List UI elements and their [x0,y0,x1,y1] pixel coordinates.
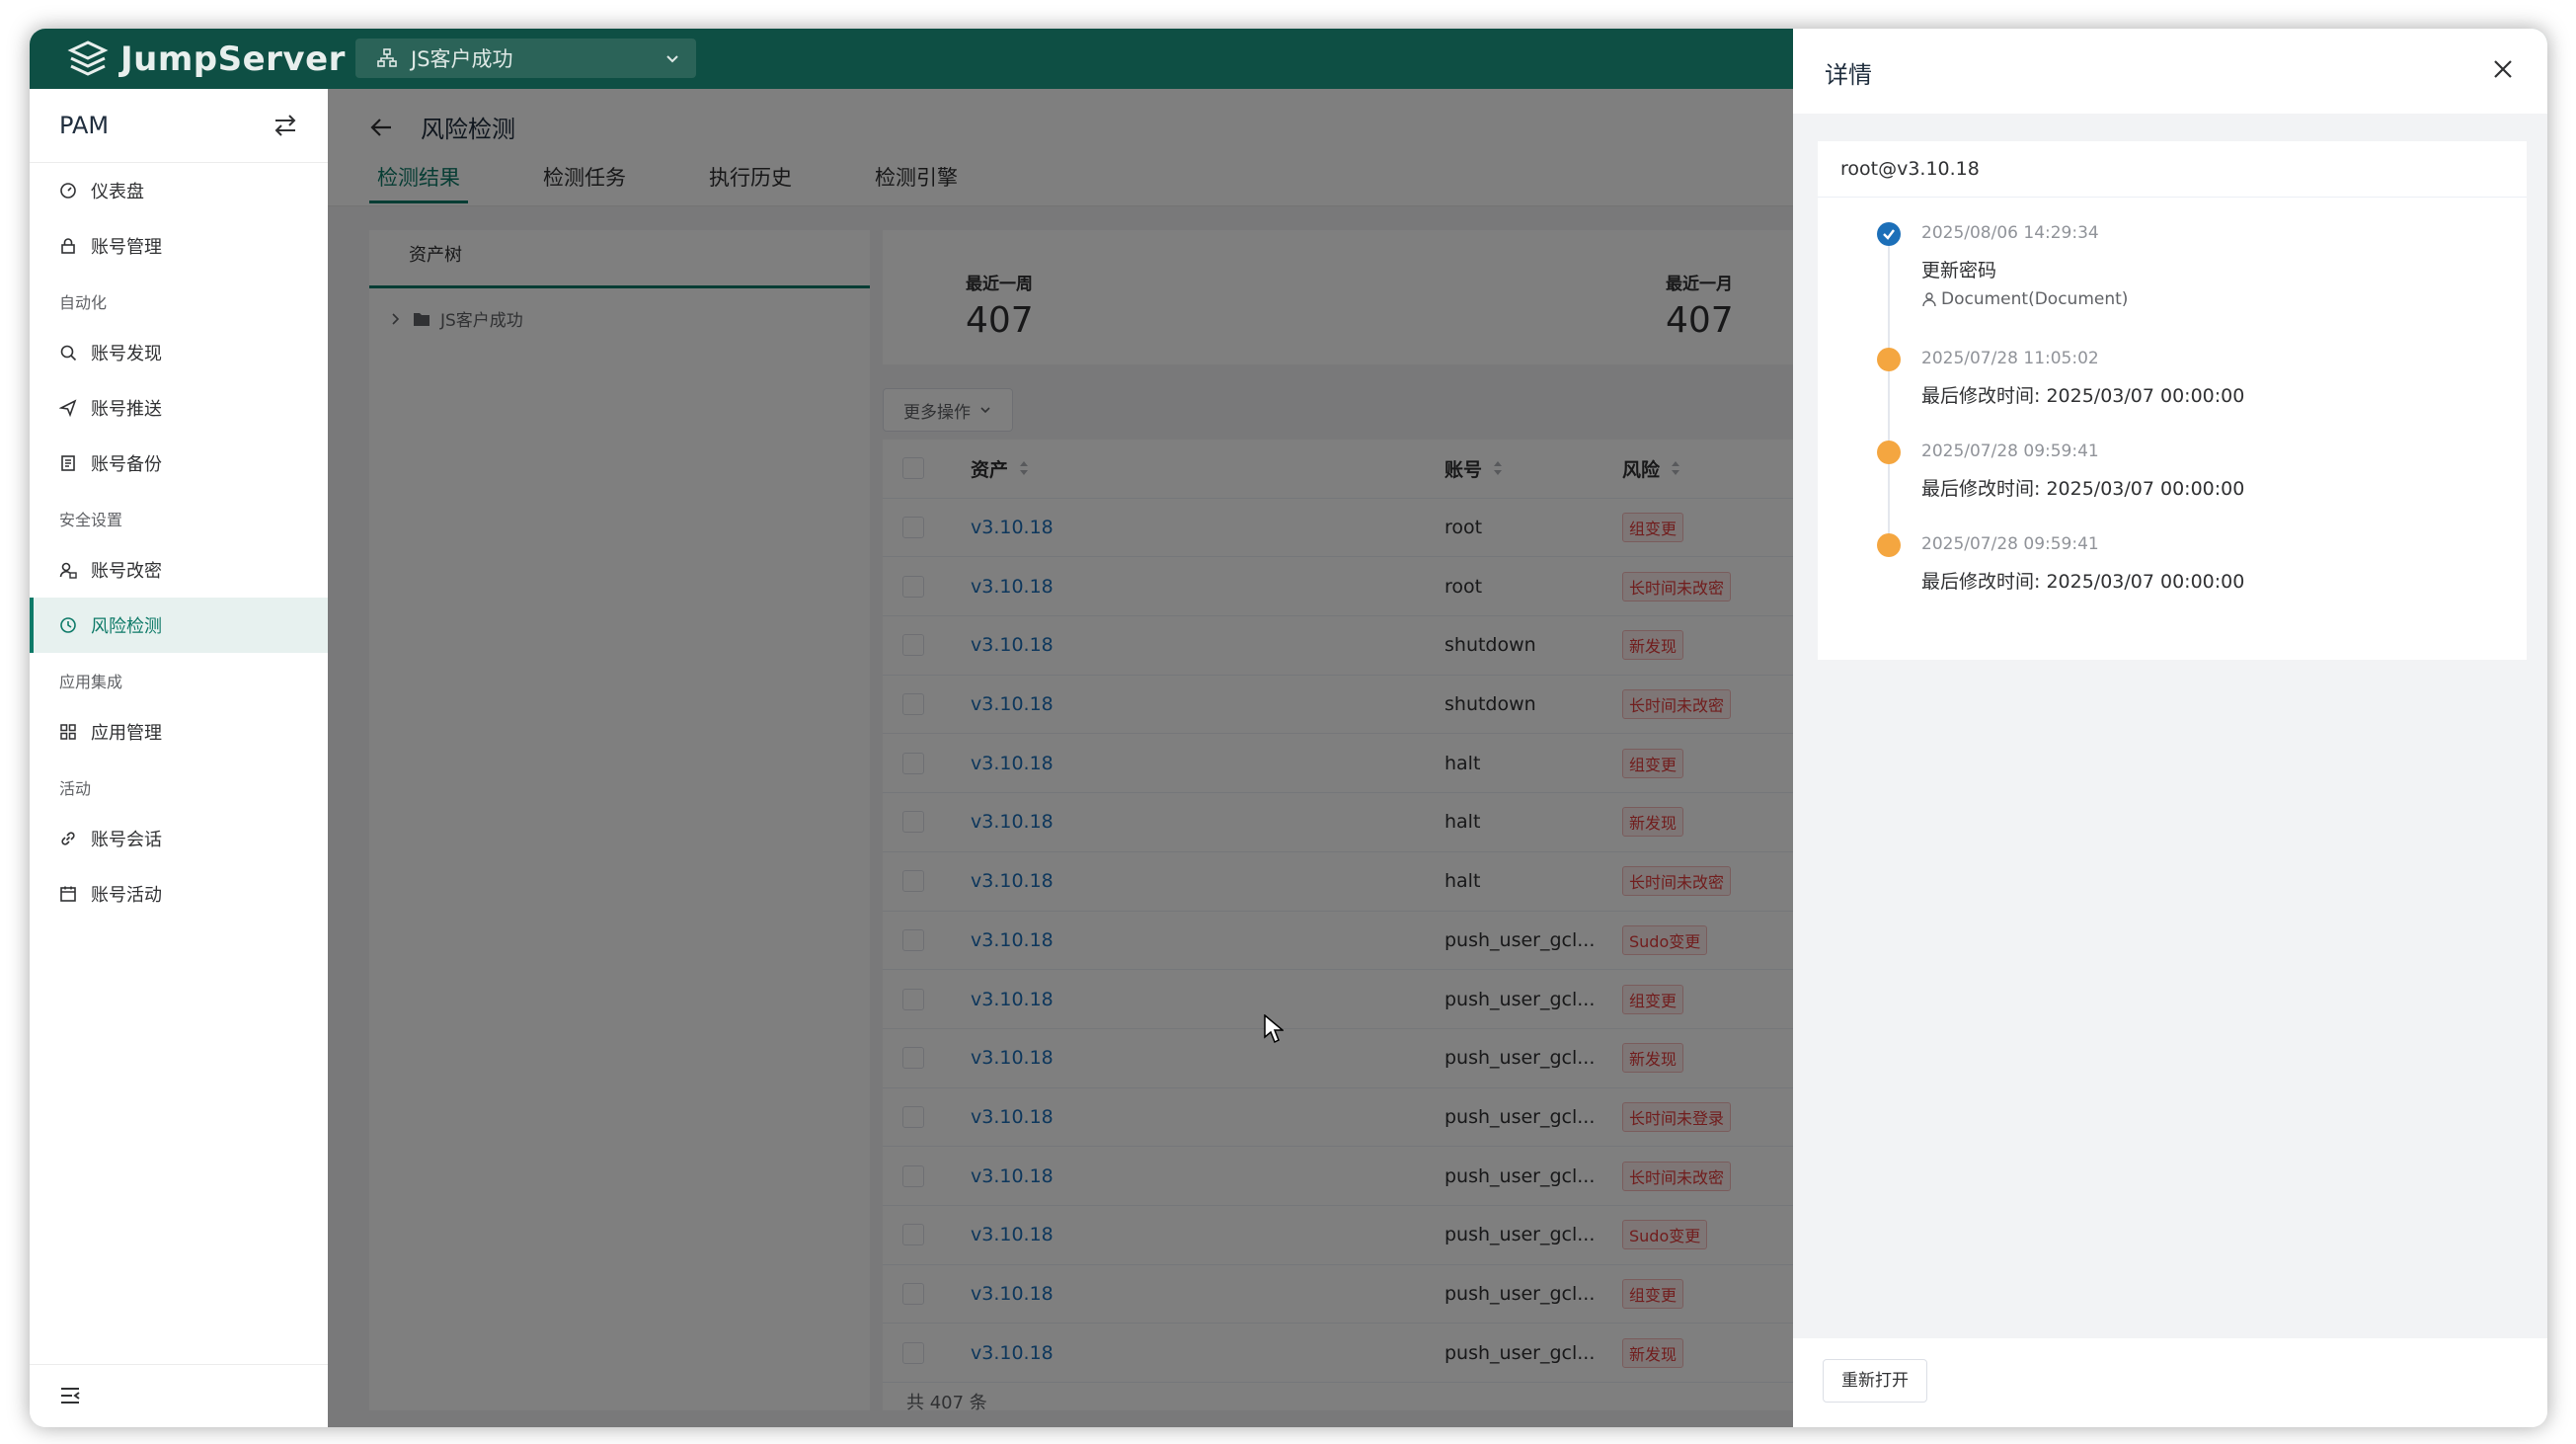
sidebar-item-label: 账号备份 [91,454,162,475]
sidebar-item-label: 仪表盘 [91,182,144,202]
sidebar-item[interactable]: 应用管理 [30,704,328,760]
timeline-text: 最后修改时间: 2025/03/07 00:00:00 [1921,478,2245,500]
sidebar-item[interactable]: 风险检测 [30,598,328,653]
backup-icon [61,455,75,471]
org-select-value: JS客户成功 [411,47,513,71]
collapse-menu-icon[interactable] [59,1385,81,1406]
sidebar-group-label: 应用集成 [59,673,123,691]
drawer-footer: 重新打开 [1793,1338,2547,1427]
sidebar-item[interactable]: 账号活动 [30,866,328,922]
timeline-sub: Document(Document) [1921,289,2128,309]
search-icon [60,345,77,361]
sidebar-item[interactable]: 账号发现 [30,325,328,380]
sidebar: PAM 仪表盘账号管理自动化账号发现账号推送账号备份安全设置账号改密风险检测应用… [30,89,329,1427]
switch-view-icon[interactable] [273,113,298,138]
dashboard-icon [60,183,76,199]
timeline-dot [1877,222,1901,246]
app-window: JumpServer JS客户成功 PAM 仪表盘账号管理自动化账号发现账号推送… [30,29,2547,1427]
timeline-dot [1877,533,1901,557]
org-tree-icon [377,48,397,67]
timeline-line [1888,234,1890,550]
close-icon[interactable] [2490,56,2516,82]
sidebar-item-label: 账号管理 [91,237,162,258]
sidebar-footer [30,1364,328,1427]
drawer-title: 详情 [1825,61,1872,89]
sidebar-group-label: 活动 [59,779,92,798]
sidebar-header: PAM [30,89,328,163]
sidebar-item[interactable]: 仪表盘 [30,163,328,218]
sidebar-item[interactable]: 账号推送 [30,380,328,436]
timeline-dot [1877,348,1901,371]
timeline-dot [1877,441,1901,464]
timeline-time: 2025/07/28 11:05:02 [1921,349,2099,368]
risk-icon [60,617,76,633]
sidebar-item-label: 账号改密 [91,561,162,582]
sidebar-item[interactable]: 账号备份 [30,436,328,491]
sidebar-item[interactable]: 账号会话 [30,811,328,866]
apps-icon [60,724,76,740]
user-lock-icon [59,562,77,579]
calendar-icon [60,886,76,902]
detail-drawer: 详情 root@v3.10.18 2025/08/06 14:29:34 更新密码… [1793,29,2547,1427]
sidebar-item-label: 账号推送 [91,399,162,420]
chevron-down-icon [666,55,678,63]
send-icon [59,399,77,417]
logo-text: JumpServer [120,40,346,79]
timeline-text: 最后修改时间: 2025/03/07 00:00:00 [1921,385,2245,407]
link-icon [61,832,75,845]
sidebar-title: PAM [59,112,110,139]
sidebar-item-label: 账号活动 [91,885,162,906]
org-select[interactable]: JS客户成功 [355,39,696,78]
sidebar-item-label: 应用管理 [91,723,162,744]
sidebar-item[interactable]: 账号管理 [30,218,328,274]
user-icon [1922,292,1936,307]
timeline-time: 2025/08/06 14:29:34 [1921,223,2099,243]
check-icon [1883,229,1895,240]
jumpserver-logo-icon [67,40,109,76]
reopen-button[interactable]: 重新打开 [1823,1359,1927,1403]
sidebar-item[interactable]: 账号改密 [30,542,328,598]
lock-icon [61,238,75,254]
sidebar-group-label: 自动化 [59,293,108,312]
timeline-sub-text: Document(Document) [1941,289,2129,309]
timeline-text: 最后修改时间: 2025/03/07 00:00:00 [1921,571,2245,593]
detail-card: root@v3.10.18 2025/08/06 14:29:34 更新密码 Doc… [1818,141,2527,660]
sidebar-group-label: 安全设置 [59,511,123,529]
sidebar-item-label: 账号会话 [91,830,162,850]
timeline-time: 2025/07/28 09:59:41 [1921,534,2099,554]
sidebar-item-label: 风险检测 [91,616,162,637]
sidebar-item-label: 账号发现 [91,344,162,364]
sidebar-menu: 仪表盘账号管理自动化账号发现账号推送账号备份安全设置账号改密风险检测应用集成应用… [30,163,328,922]
mouse-cursor-icon [1264,1014,1284,1044]
timeline-text: 更新密码 [1921,260,1997,281]
detail-card-title: root@v3.10.18 [1818,141,2527,198]
drawer-header: 详情 [1793,29,2547,114]
logo[interactable]: JumpServer [67,38,346,81]
timeline-time: 2025/07/28 09:59:41 [1921,441,2099,461]
